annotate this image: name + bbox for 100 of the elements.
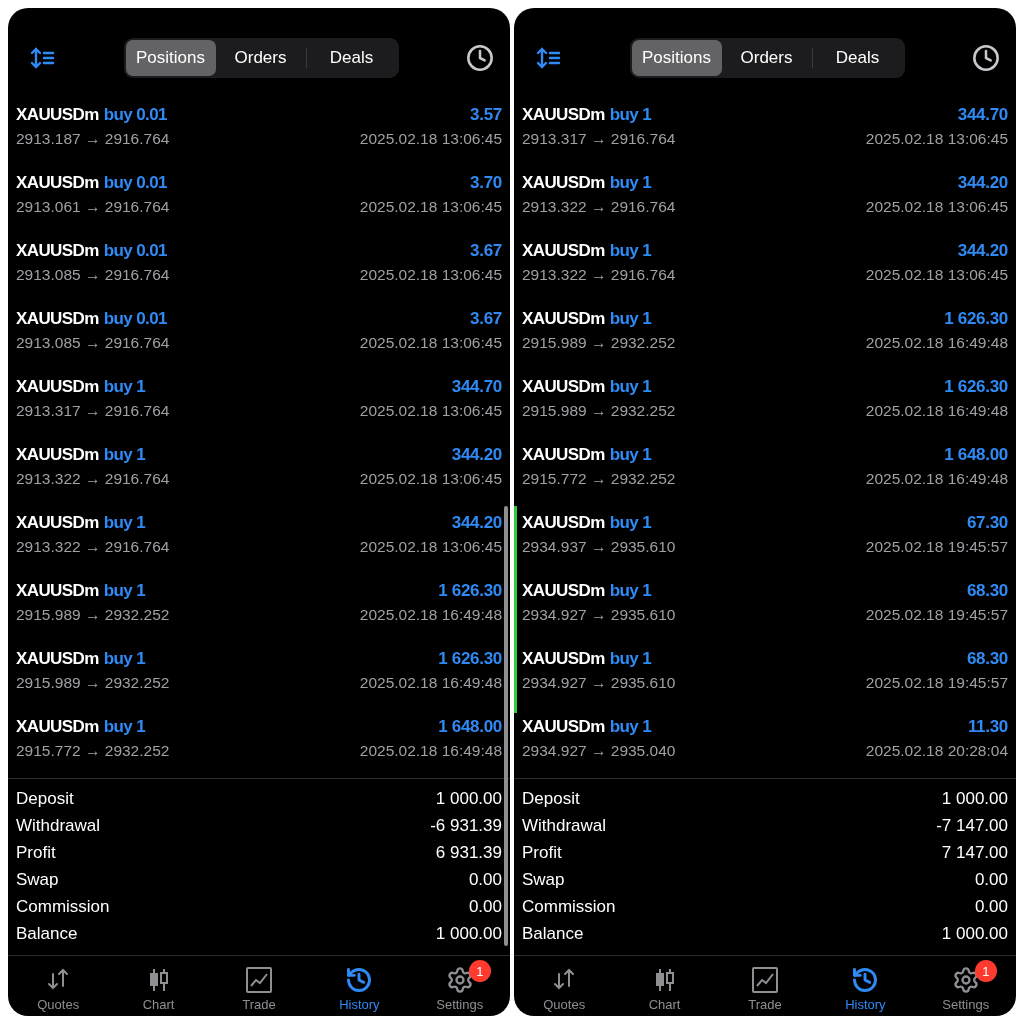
symbol-text: XAUUSDm bbox=[522, 308, 605, 328]
summary-label: Swap bbox=[522, 869, 565, 890]
nav-tab[interactable]: Quotes bbox=[13, 962, 104, 1016]
time-text: 2025.02.18 16:49:48 bbox=[359, 673, 502, 692]
summary-value: 1 000.00 bbox=[435, 923, 502, 944]
symbol-text: XAUUSDm bbox=[16, 444, 99, 464]
nav-tab[interactable]: Trade bbox=[719, 962, 810, 1016]
nav-tab[interactable]: Chart bbox=[113, 962, 204, 1016]
nav-tab[interactable]: Settings 1 bbox=[414, 962, 505, 1016]
profit-text: 344.20 bbox=[957, 240, 1008, 261]
time-text: 2025.02.18 13:06:45 bbox=[865, 129, 1008, 148]
order-text: buy 1 bbox=[103, 512, 146, 532]
segment-tab[interactable]: Deals bbox=[812, 40, 903, 76]
sort-icon[interactable] bbox=[536, 47, 562, 69]
segment-tab[interactable]: Positions bbox=[631, 40, 722, 76]
summary-value: -6 931.39 bbox=[430, 815, 502, 836]
summary-label: Commission bbox=[522, 896, 616, 917]
segment-tab[interactable]: Orders bbox=[721, 40, 812, 76]
order-text: buy 1 bbox=[103, 716, 146, 736]
order-text: buy 0.01 bbox=[103, 172, 167, 192]
nav-tab[interactable]: Settings 1 bbox=[920, 962, 1011, 1016]
symbol-text: XAUUSDm bbox=[16, 376, 99, 396]
summary-label: Withdrawal bbox=[16, 815, 101, 836]
segment-tab[interactable]: Positions bbox=[125, 40, 216, 76]
order-text: buy 1 bbox=[609, 716, 652, 736]
time-text: 2025.02.18 13:06:45 bbox=[865, 197, 1008, 216]
profit-text: 344.70 bbox=[451, 376, 502, 397]
nav-tab[interactable]: Chart bbox=[619, 962, 710, 1016]
nav-tab[interactable]: Quotes bbox=[519, 962, 610, 1016]
symbol-text: XAUUSDm bbox=[522, 172, 605, 192]
price-text: 2913.317 → 2916.764 bbox=[16, 401, 170, 420]
summary-value: 1 000.00 bbox=[941, 788, 1008, 809]
profit-text: 67.30 bbox=[966, 512, 1008, 533]
symbol-text: XAUUSDm bbox=[16, 580, 99, 600]
summary-label: Deposit bbox=[522, 788, 580, 809]
history-icon bbox=[851, 966, 880, 994]
nav-tab[interactable]: Trade bbox=[213, 962, 304, 1016]
price-text: 2913.085 → 2916.764 bbox=[16, 265, 170, 284]
time-text: 2025.02.18 13:06:45 bbox=[359, 129, 502, 148]
order-text: buy 1 bbox=[609, 376, 652, 396]
symbol-text: XAUUSDm bbox=[522, 376, 605, 396]
summary-label: Swap bbox=[16, 869, 59, 890]
symbol-text: XAUUSDm bbox=[522, 648, 605, 668]
price-text: 2913.187 → 2916.764 bbox=[16, 129, 170, 148]
price-text: 2915.989 → 2932.252 bbox=[16, 673, 170, 692]
summary-label: Balance bbox=[16, 923, 78, 944]
clock-icon[interactable] bbox=[972, 44, 1000, 72]
gear-icon bbox=[445, 966, 474, 994]
symbol-text: XAUUSDm bbox=[16, 648, 99, 668]
symbol-text: XAUUSDm bbox=[522, 444, 605, 464]
time-text: 2025.02.18 13:06:45 bbox=[359, 401, 502, 420]
profit-text: 344.20 bbox=[451, 512, 502, 533]
order-text: buy 1 bbox=[609, 648, 652, 668]
symbol-text: XAUUSDm bbox=[16, 716, 99, 736]
time-text: 2025.02.18 19:45:57 bbox=[865, 673, 1008, 692]
order-text: buy 0.01 bbox=[103, 104, 167, 124]
order-text: buy 1 bbox=[103, 376, 146, 396]
segment-tab[interactable]: Deals bbox=[306, 40, 397, 76]
profit-text: 11.30 bbox=[967, 716, 1008, 737]
profit-text: 3.67 bbox=[470, 240, 502, 261]
price-text: 2913.317 → 2916.764 bbox=[522, 129, 676, 148]
profit-text: 1 626.30 bbox=[944, 376, 1008, 397]
summary-label: Profit bbox=[522, 842, 562, 863]
gear-icon bbox=[951, 966, 980, 994]
profit-text: 3.70 bbox=[470, 172, 502, 193]
time-text: 2025.02.18 13:06:45 bbox=[359, 197, 502, 216]
nav-tab[interactable]: History bbox=[314, 962, 405, 1016]
nav-tab[interactable]: History bbox=[820, 962, 911, 1016]
time-text: 2025.02.18 16:49:48 bbox=[359, 605, 502, 624]
summary-label: Deposit bbox=[16, 788, 74, 809]
summary-value: 0.00 bbox=[468, 896, 502, 917]
summary-value: -7 147.00 bbox=[936, 815, 1008, 836]
order-text: buy 1 bbox=[609, 104, 652, 124]
history-icon bbox=[345, 966, 374, 994]
symbol-text: XAUUSDm bbox=[522, 104, 605, 124]
summary-value: 0.00 bbox=[974, 896, 1008, 917]
time-text: 2025.02.18 13:06:45 bbox=[359, 537, 502, 556]
profit-text: 1 648.00 bbox=[944, 444, 1008, 465]
segment-tab[interactable]: Orders bbox=[215, 40, 306, 76]
symbol-text: XAUUSDm bbox=[522, 240, 605, 260]
notification-badge: 1 bbox=[974, 960, 997, 982]
time-text: 2025.02.18 16:49:48 bbox=[865, 333, 1008, 352]
order-text: buy 1 bbox=[609, 444, 652, 464]
order-text: buy 1 bbox=[103, 580, 146, 600]
summary-value: 1 000.00 bbox=[941, 923, 1008, 944]
line-chart-icon bbox=[244, 966, 273, 994]
clock-icon[interactable] bbox=[466, 44, 494, 72]
sort-icon[interactable] bbox=[30, 47, 56, 69]
symbol-text: XAUUSDm bbox=[16, 104, 99, 124]
order-text: buy 1 bbox=[609, 308, 652, 328]
price-text: 2913.085 → 2916.764 bbox=[16, 333, 170, 352]
summary-label: Withdrawal bbox=[522, 815, 607, 836]
profit-text: 68.30 bbox=[966, 580, 1008, 601]
profit-text: 68.30 bbox=[966, 648, 1008, 669]
time-text: 2025.02.18 16:49:48 bbox=[359, 741, 502, 760]
price-text: 2913.322 → 2916.764 bbox=[522, 265, 676, 284]
order-text: buy 1 bbox=[103, 648, 146, 668]
notification-badge: 1 bbox=[468, 960, 491, 982]
symbol-text: XAUUSDm bbox=[16, 512, 99, 532]
order-text: buy 1 bbox=[609, 580, 652, 600]
